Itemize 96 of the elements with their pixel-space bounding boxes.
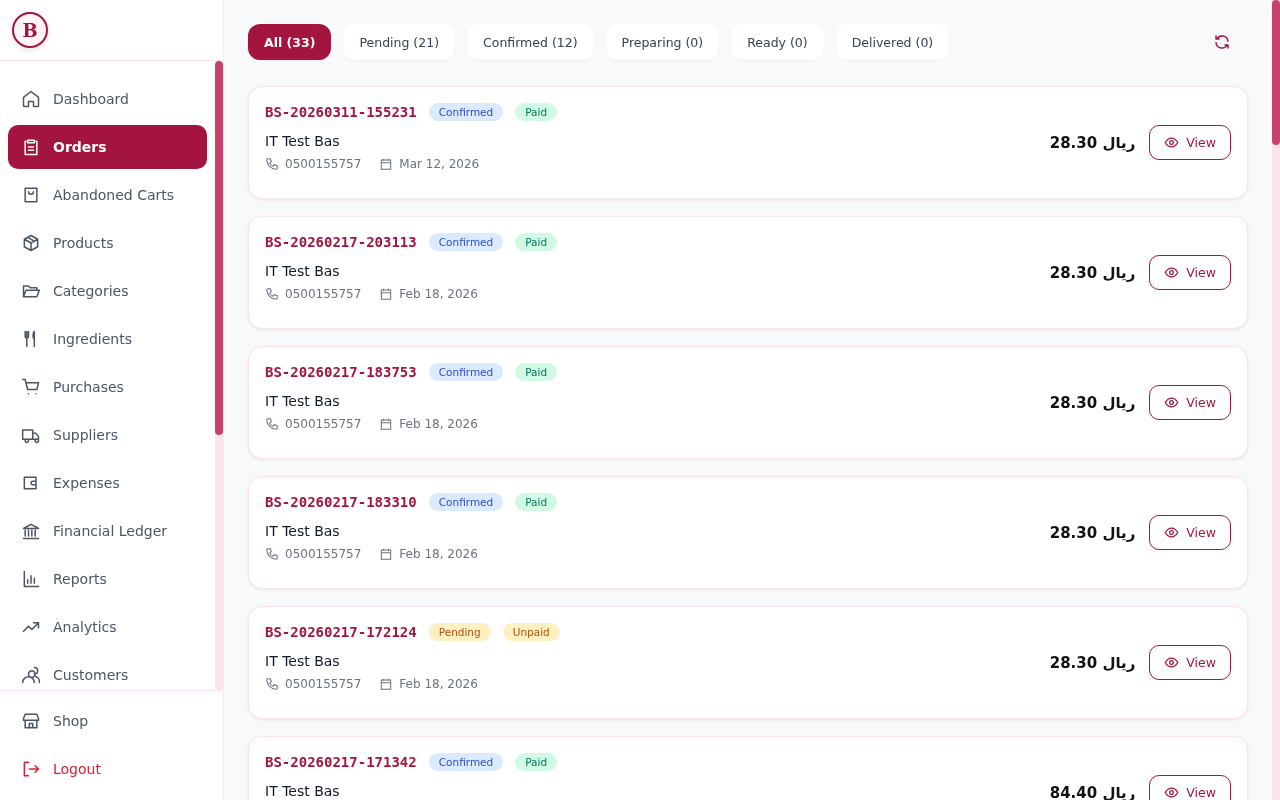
filter-tab[interactable]: Ready (0): [731, 24, 824, 60]
phone-icon: [265, 287, 279, 301]
store-icon: [21, 711, 41, 731]
bar-chart-icon: [21, 569, 41, 589]
customer-name: IT Test Bas: [265, 133, 341, 149]
order-number: BS-20260217-183310: [265, 494, 417, 510]
customer-name: IT Test Bas: [265, 653, 341, 669]
customer-name: IT Test Bas: [265, 523, 341, 539]
order-total: 28.30 ريال: [1049, 653, 1136, 672]
sidebar-item[interactable]: Categories: [8, 269, 207, 313]
filter-tab[interactable]: All (33): [248, 24, 332, 60]
sidebar-item[interactable]: Dashboard: [8, 77, 207, 121]
sidebar-item[interactable]: Orders: [8, 125, 207, 169]
filter-tab[interactable]: Confirmed (12): [467, 24, 594, 60]
scrollbar[interactable]: [215, 61, 223, 690]
sidebar-item[interactable]: Analytics: [8, 605, 207, 649]
logout-icon: [21, 759, 41, 779]
sidebar-item[interactable]: Purchases: [8, 365, 207, 409]
status-badge: Confirmed: [428, 753, 504, 771]
order-date: Feb 18, 2026: [399, 287, 478, 301]
order-total: 28.30 ريال: [1049, 393, 1136, 412]
order-total: 28.30 ريال: [1049, 523, 1136, 542]
box-icon: [21, 233, 41, 253]
refresh-icon[interactable]: [1213, 33, 1231, 51]
sidebar-item[interactable]: Expenses: [8, 461, 207, 505]
status-badge: Confirmed: [428, 233, 504, 251]
order-date: Mar 12, 2026: [399, 157, 480, 171]
eye-icon: [1164, 265, 1180, 280]
view-button[interactable]: View: [1149, 255, 1231, 290]
calendar-icon: [379, 547, 394, 561]
order-date: Feb 18, 2026: [399, 547, 478, 561]
eye-icon: [1164, 395, 1180, 410]
order-number: BS-20260217-171342: [265, 754, 417, 770]
order-number: BS-20260217-203113: [265, 234, 417, 250]
calendar-icon: [379, 417, 394, 431]
sidebar-item[interactable]: Products: [8, 221, 207, 265]
users-icon: [21, 665, 41, 685]
eye-icon: [1164, 785, 1180, 800]
home-icon: [21, 89, 41, 109]
eye-icon: [1164, 655, 1180, 670]
status-badge: Unpaid: [502, 623, 560, 641]
filter-tab[interactable]: Pending (21): [343, 24, 456, 60]
phone-icon: [265, 677, 279, 691]
sidebar-item[interactable]: Financial Ledger: [8, 509, 207, 553]
phone-icon: [265, 157, 279, 171]
status-badge: Paid: [515, 753, 558, 771]
sidebar-item[interactable]: Ingredients: [8, 317, 207, 361]
view-button[interactable]: View: [1149, 775, 1231, 800]
sidebar-item[interactable]: Reports: [8, 557, 207, 601]
scrollbar[interactable]: [1272, 0, 1280, 800]
customer-name: IT Test Bas: [265, 783, 341, 799]
calendar-icon: [379, 287, 394, 301]
status-badge: Confirmed: [428, 493, 504, 511]
status-badge: Confirmed: [428, 103, 504, 121]
order-total: 28.30 ريال: [1049, 263, 1136, 282]
customer-name: IT Test Bas: [265, 263, 341, 279]
phone-number: 0500155757: [285, 677, 362, 691]
phone-icon: [265, 417, 279, 431]
sidebar-item[interactable]: Logout: [8, 747, 215, 791]
calendar-icon: [379, 677, 394, 691]
order-number: BS-20260217-183753: [265, 364, 417, 380]
phone-number: 0500155757: [285, 547, 362, 561]
view-button[interactable]: View: [1149, 125, 1231, 160]
cart-icon: [21, 377, 41, 397]
status-badge: Paid: [515, 103, 558, 121]
order-date: Feb 18, 2026: [399, 677, 478, 691]
calendar-icon: [379, 157, 394, 171]
sidebar-item[interactable]: Shop: [8, 699, 215, 743]
phone-number: 0500155757: [285, 157, 362, 171]
customer-name: IT Test Bas: [265, 393, 341, 409]
view-button[interactable]: View: [1149, 385, 1231, 420]
filter-tab[interactable]: Delivered (0): [835, 24, 950, 60]
status-badge: Paid: [515, 363, 558, 381]
status-badge: Paid: [515, 493, 558, 511]
view-button[interactable]: View: [1149, 645, 1231, 680]
clipboard-icon: [21, 137, 41, 157]
bank-icon: [21, 521, 41, 541]
phone-icon: [265, 547, 279, 561]
eye-icon: [1164, 135, 1180, 150]
phone-number: 0500155757: [285, 417, 362, 431]
phone-number: 0500155757: [285, 287, 362, 301]
logo-badge: B: [12, 12, 48, 48]
eye-icon: [1164, 525, 1180, 540]
order-number: BS-20260217-172124: [265, 624, 417, 640]
sidebar-item[interactable]: Customers: [8, 653, 207, 690]
view-button[interactable]: View: [1149, 515, 1231, 550]
filter-tab[interactable]: Preparing (0): [605, 24, 720, 60]
bag-icon: [21, 185, 41, 205]
order-total: 28.30 ريال: [1049, 133, 1136, 152]
sidebar-item[interactable]: Abandoned Carts: [8, 173, 207, 217]
status-badge: Confirmed: [428, 363, 504, 381]
order-date: Feb 18, 2026: [399, 417, 478, 431]
order-number: BS-20260311-155231: [265, 104, 417, 120]
status-badge: Paid: [515, 233, 558, 251]
status-badge: Pending: [428, 623, 491, 641]
sidebar-item[interactable]: Suppliers: [8, 413, 207, 457]
